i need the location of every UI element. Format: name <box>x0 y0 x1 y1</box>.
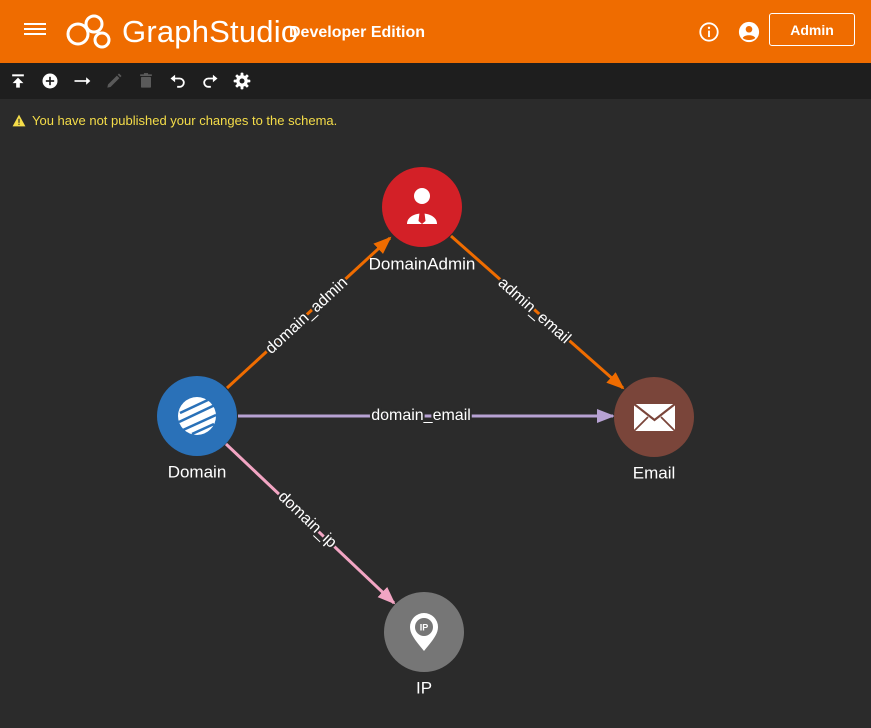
add-vertex-icon[interactable] <box>40 71 60 91</box>
vertex-domain[interactable]: Domain <box>157 376 237 481</box>
vertex-label-domainadmin: DomainAdmin <box>369 254 476 273</box>
brand-studio-text: Studio <box>209 14 299 49</box>
schema-graph-canvas[interactable]: domain_admin admin_email domain_email do… <box>0 99 871 728</box>
admin-button[interactable]: Admin <box>769 13 855 46</box>
edge-admin-email[interactable]: admin_email <box>450 234 625 390</box>
vertex-ip[interactable]: IP IP <box>384 592 464 697</box>
delete-icon[interactable] <box>136 71 156 91</box>
redo-icon[interactable] <box>200 71 220 91</box>
undo-icon[interactable] <box>168 71 188 91</box>
vertex-label-email: Email <box>633 463 676 482</box>
graphstudio-logo-icon <box>66 14 111 49</box>
app-header: GraphStudio Developer Edition Admin <box>0 0 871 63</box>
publish-icon[interactable] <box>8 71 28 91</box>
edge-label-domain-admin: domain_admin <box>262 274 351 358</box>
brand-name: GraphStudio <box>122 12 298 52</box>
brand-graph-text: Graph <box>122 14 210 49</box>
edit-icon[interactable] <box>104 71 124 91</box>
add-edge-icon[interactable] <box>72 71 92 91</box>
vertex-domainadmin[interactable]: DomainAdmin <box>369 167 476 273</box>
edge-label-domain-ip: domain_ip <box>275 488 340 551</box>
vertex-label-domain: Domain <box>168 462 227 481</box>
vertex-email[interactable]: Email <box>614 377 694 482</box>
account-icon[interactable] <box>738 21 760 43</box>
edge-domain-ip[interactable]: domain_ip <box>224 442 396 605</box>
envelope-icon <box>633 403 676 432</box>
edition-label: Developer Edition <box>289 24 426 41</box>
info-icon[interactable] <box>698 21 720 43</box>
edge-domain-email[interactable]: domain_email <box>238 405 615 426</box>
menu-icon[interactable] <box>24 20 46 44</box>
vertex-label-ip: IP <box>416 678 432 697</box>
edge-domain-admin[interactable]: domain_admin <box>225 236 392 390</box>
settings-icon[interactable] <box>232 71 252 91</box>
svg-text:IP: IP <box>420 622 429 632</box>
globe-icon <box>178 397 217 436</box>
edge-label-admin-email: admin_email <box>495 274 574 347</box>
edge-label-domain-email: domain_email <box>371 407 471 424</box>
toolbar <box>0 63 871 99</box>
